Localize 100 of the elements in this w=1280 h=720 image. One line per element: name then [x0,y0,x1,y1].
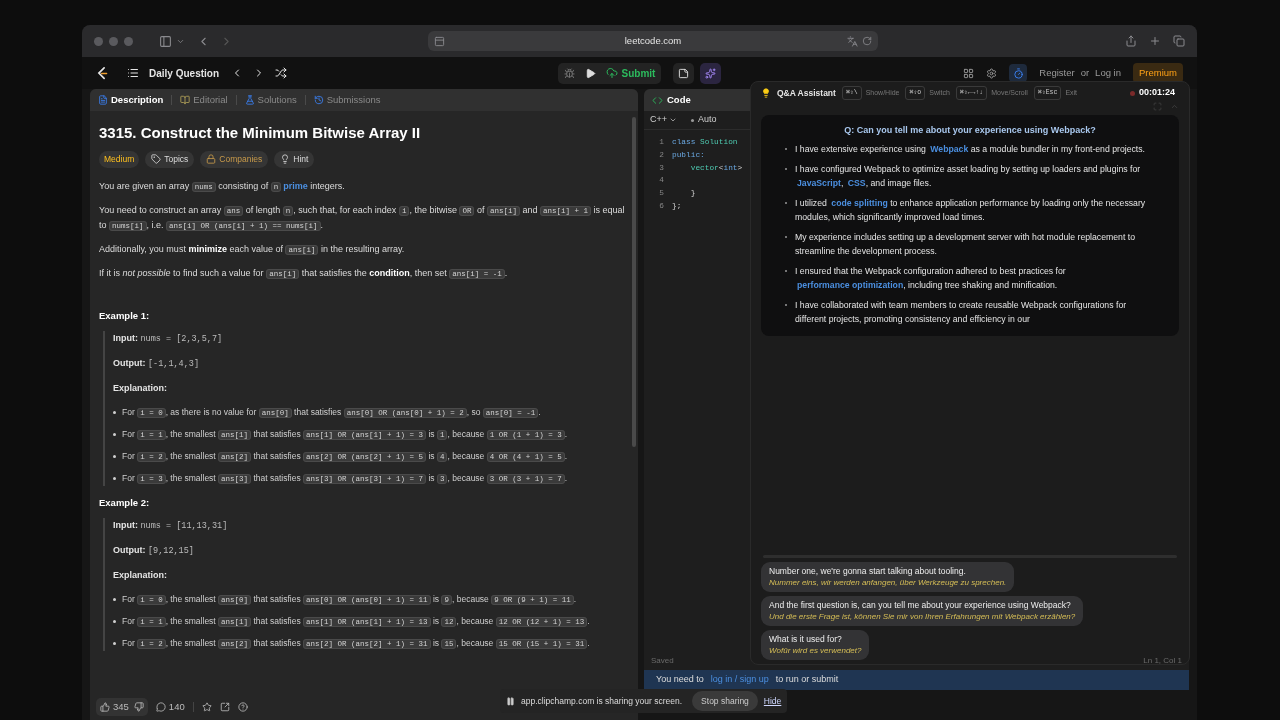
bullet-icon [113,410,116,414]
translation-text: Und die erste Frage ist, können Sie mir von Ihren Erfahrungen mit Webpack erzählen? [769,611,1076,623]
stopwatch-icon [1012,67,1024,79]
note-icon [678,67,690,79]
comment-icon [155,702,166,712]
register-link[interactable]: Register [1039,65,1075,81]
share-icon[interactable] [1125,35,1137,47]
timer-button[interactable] [1009,64,1028,82]
login-link[interactable]: Log in [1095,65,1121,81]
transcript-text: What is it used for? [769,633,843,645]
bug-icon[interactable] [563,67,575,79]
panel-title: Code [667,92,691,107]
lightbulb-icon [761,88,771,98]
code-icon [652,94,663,106]
translation-text: Nummer eins, wir werden anfangen, über Werkzeuge zu sprechen. [769,577,1007,589]
play-icon[interactable] [584,67,596,79]
bullet-icon [113,641,116,645]
explanation-label: Explanation: [113,381,168,395]
shuffle-icon[interactable] [275,67,287,79]
link[interactable]: Webpack [930,144,969,154]
flask-icon [244,95,255,105]
history-icon [313,95,324,105]
share-icon[interactable] [219,702,230,712]
difficulty-badge: Medium [99,151,140,168]
bullet-icon [113,619,116,623]
banner-text: You need to [656,673,704,687]
example-heading: Example 2: [99,495,151,510]
translation-text: Wofür wird es verwendet? [769,645,862,657]
thumbs-down-icon[interactable] [133,702,144,712]
timer-text: 00:01:24 [1138,86,1175,100]
answer-text: I have extensive experience using Webpack as a module bundler in my front-end projects. [795,143,1146,156]
logo-icon[interactable] [96,66,109,80]
thumbs-up-icon [100,702,110,712]
tabs-icon[interactable] [1173,35,1185,47]
output-text: Output: [9,12,15] [113,543,195,558]
ai-button[interactable] [700,62,722,84]
chevron-down-icon [669,116,677,124]
answer-text: I have collaborated with team members to create reusable Webpack configurations for different projects, promoting consistency and efficiency in our [795,299,1128,326]
document-icon [98,95,108,105]
link[interactable]: JavaScript [797,178,841,188]
assistant-title: Q&A Assistant [777,86,836,100]
input-text: Input: nums = [11,13,31] [113,518,229,533]
example-heading: Example 1: [99,308,151,323]
banner-text: to run or submit [775,673,839,687]
or-text: or [1080,65,1090,80]
reload-icon[interactable] [862,36,872,46]
answer-text: My experience includes setting up a development server with hot module replacement to streamline the development process. [795,231,1136,258]
login-link[interactable]: log in / sign up [710,673,769,687]
lightbulb-icon [280,154,291,165]
list-icon[interactable] [127,67,139,79]
tag-button[interactable]: Hint [274,151,315,168]
sparkle-icon [705,67,717,79]
pause-icon [506,696,515,706]
nav-title[interactable]: Daily Question [149,65,219,81]
mode-label[interactable]: Auto [698,113,717,127]
problem-title: 3315. Construct the Minimum Bitwise Array II [99,124,422,142]
lock-icon [206,154,217,165]
sharing-message: app.clipchamp.com is sharing your screen. [521,694,683,708]
tab[interactable]: Solutions [244,92,297,108]
grid-icon[interactable] [963,67,975,79]
tag-button[interactable]: Topics [145,151,195,168]
language-select[interactable]: C++ [650,113,677,127]
explanation-label: Explanation: [113,568,168,582]
premium-button[interactable]: Premium [1133,62,1183,84]
settings-icon[interactable] [986,67,998,79]
scrollbar[interactable] [632,117,636,447]
upload-icon [605,67,618,79]
tab[interactable]: Submissions [313,92,381,108]
transcript-text: And the first question is, can you tell me about your experience using Webpack? [769,599,1072,611]
book-icon [180,95,191,105]
tab[interactable]: Editorial [180,92,228,108]
bullet-icon [113,476,116,480]
star-icon[interactable] [201,702,212,712]
tag-icon [151,154,162,165]
transcript-text: Number one, we're gonna start talking about tooling. [769,565,967,577]
submit-button[interactable]: Submit [605,65,656,81]
bullet-icon [113,597,116,601]
page-icon [434,35,445,47]
sidebar-icon[interactable] [159,34,172,48]
tag-button[interactable]: Companies [200,151,269,168]
bullet-icon [113,454,116,458]
new-tab-icon[interactable] [1149,35,1161,47]
tab[interactable]: Description [98,92,164,108]
note-button[interactable] [673,62,695,84]
output-text: Output: [-1,1,4,3] [113,356,200,371]
link[interactable]: prime [283,180,308,191]
answer-text: I ensured that the Webpack configuration adhered to best practices for performance optimization, including tree shaking and minification. [795,265,1067,292]
url-text: leetcode.com [624,33,682,48]
hide-link[interactable]: Hide [763,694,782,708]
like-button[interactable]: 345 [100,699,129,715]
stop-sharing-button[interactable]: Stop sharing [692,690,758,712]
help-icon[interactable] [237,702,248,712]
translate-icon[interactable] [847,35,858,47]
saved-status: Saved [651,655,674,667]
question-text: Q: Can you tell me about your experience using Webpack? [843,124,1097,137]
link[interactable]: code splitting [831,198,888,208]
address-bar[interactable]: leetcode.com [428,31,878,51]
bullet-icon [113,432,116,436]
comments-button[interactable]: 140 [155,699,185,715]
link[interactable]: CSS [847,178,866,188]
